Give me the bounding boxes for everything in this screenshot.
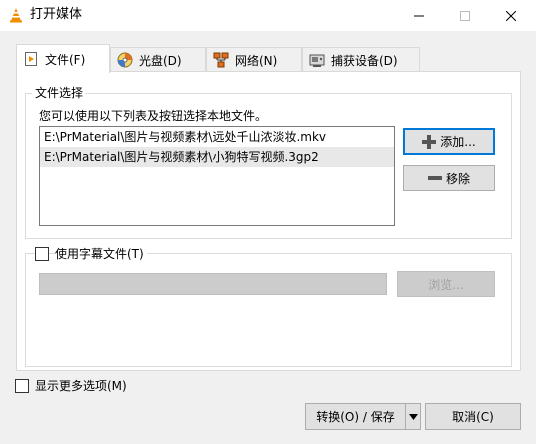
remove-button[interactable]: 移除 [403, 165, 495, 191]
more-options-label: 显示更多选项(M) [35, 379, 127, 393]
tab-label: 光盘(D) [139, 53, 182, 68]
tab-label: 网络(N) [235, 53, 278, 68]
convert-save-button[interactable]: 转换(O) / 保存 [305, 403, 406, 430]
file-icon [25, 52, 37, 66]
tab-label: 文件(F) [45, 52, 86, 67]
open-media-dialog: 打开媒体 文件(F) 光盘(D) 网络(N) 捕获设备(D) 文件选择 您可以使… [0, 0, 536, 444]
subtitle-checkbox-label: 使用字幕文件(T) [55, 247, 147, 261]
title-bar: 打开媒体 [0, 0, 536, 31]
minus-icon [427, 176, 442, 180]
window-title: 打开媒体 [30, 7, 83, 22]
cancel-button[interactable]: 取消(C) [425, 403, 521, 430]
plus-icon [422, 134, 437, 149]
tab-disc[interactable]: 光盘(D) [110, 47, 206, 72]
browse-button[interactable]: 浏览... [397, 271, 495, 297]
maximize-button[interactable] [442, 0, 488, 31]
tab-file[interactable]: 文件(F) [16, 44, 110, 73]
tab-capture-device[interactable]: 捕获设备(D) [302, 47, 420, 72]
disc-icon [117, 52, 133, 68]
add-button-label: 添加... [440, 135, 476, 149]
convert-save-dropdown-button[interactable] [405, 403, 421, 430]
maximize-icon [460, 10, 470, 21]
file-tab-panel: 文件选择 您可以使用以下列表及按钮选择本地文件。 E:\PrMaterial\图… [16, 71, 521, 371]
file-selection-hint: 您可以使用以下列表及按钮选择本地文件。 [39, 109, 268, 123]
network-icon [213, 52, 229, 68]
minimize-icon [414, 15, 424, 16]
more-options-checkbox[interactable] [15, 379, 29, 393]
minimize-button[interactable] [396, 0, 442, 31]
file-selection-label: 文件选择 [32, 86, 87, 100]
tab-network[interactable]: 网络(N) [206, 47, 302, 72]
subtitle-path-input[interactable] [39, 273, 387, 295]
capture-device-icon [309, 54, 325, 67]
subtitle-checkbox[interactable] [35, 247, 49, 261]
convert-save-label: 转换(O) / 保存 [316, 410, 395, 424]
cancel-button-label: 取消(C) [452, 410, 494, 424]
remove-button-label: 移除 [445, 171, 470, 186]
file-list[interactable]: E:\PrMaterial\图片与视频素材\远处千山浓淡妆.mkv E:\PrM… [39, 126, 395, 226]
close-button[interactable] [488, 0, 534, 31]
close-icon [506, 10, 516, 21]
dropdown-arrow-icon [408, 413, 418, 420]
tab-label: 捕获设备(D) [331, 53, 398, 68]
list-item[interactable]: E:\PrMaterial\图片与视频素材\小狗特写视频.3gp2 [40, 147, 394, 167]
add-button[interactable]: 添加... [403, 128, 495, 155]
vlc-cone-icon [10, 8, 22, 23]
browse-button-label: 浏览... [428, 277, 464, 292]
list-item[interactable]: E:\PrMaterial\图片与视频素材\远处千山浓淡妆.mkv [40, 127, 394, 147]
